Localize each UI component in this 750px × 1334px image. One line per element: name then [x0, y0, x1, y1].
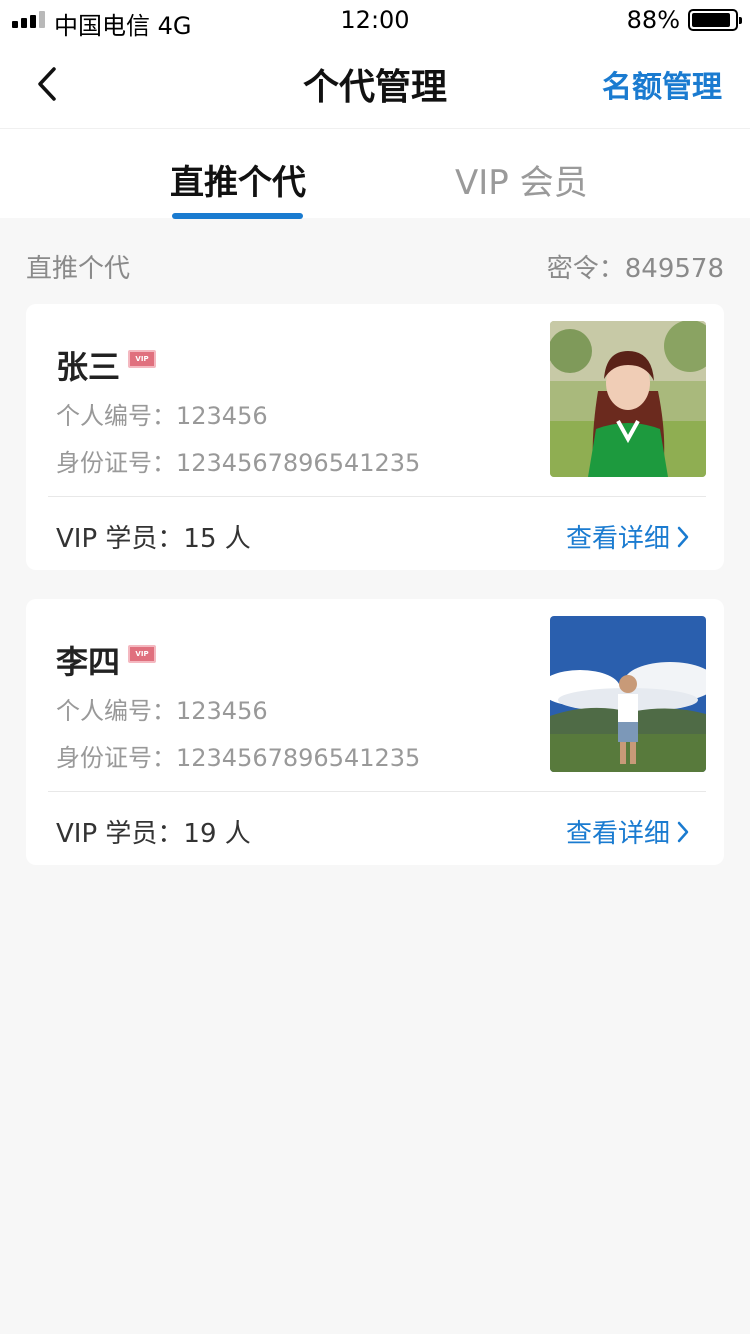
section-title: 直推个代: [26, 254, 131, 284]
member-name: 李四: [56, 643, 121, 681]
member-idcard: 身份证号：1234567896541235: [56, 449, 421, 477]
member-idcard: 身份证号：1234567896541235: [56, 744, 421, 772]
member-card: 李四 VIP 个人编号：123456 身份证号：1234567896541235…: [26, 599, 724, 865]
card-divider: [48, 496, 706, 497]
battery-percent: 88%: [626, 6, 680, 34]
tab-direct-agents[interactable]: 直推个代: [170, 155, 306, 204]
member-card: 张三 VIP 个人编号：123456 身份证号：1234567896541235…: [26, 304, 724, 570]
tab-vip-members[interactable]: VIP 会员: [455, 155, 588, 204]
member-avatar: [550, 616, 706, 772]
vip-badge-icon: VIP: [128, 350, 156, 368]
view-details-link[interactable]: 查看详细: [566, 813, 690, 850]
quota-management-button[interactable]: 名额管理: [602, 62, 722, 106]
view-details-link[interactable]: 查看详细: [566, 518, 690, 555]
active-tab-indicator: [172, 213, 303, 219]
navigation-bar: 个代管理 名额管理: [0, 40, 750, 128]
chevron-right-icon: [677, 821, 689, 842]
member-id: 个人编号：123456: [56, 697, 268, 725]
vip-student-count: VIP 学员：19 人: [56, 819, 251, 849]
member-avatar: [550, 321, 706, 477]
status-bar: 中国电信 4G 12:00 88%: [0, 0, 750, 40]
member-name: 张三: [56, 348, 121, 386]
member-id: 个人编号：123456: [56, 402, 268, 430]
vip-badge-icon: VIP: [128, 645, 156, 663]
secret-code: 密令：849578: [546, 254, 724, 284]
battery-icon: [688, 9, 742, 31]
vip-student-count: VIP 学员：15 人: [56, 524, 251, 554]
card-divider: [48, 791, 706, 792]
view-details-label: 查看详细: [565, 819, 670, 849]
tab-bar: 直推个代 VIP 会员: [0, 128, 750, 219]
chevron-right-icon: [677, 526, 689, 547]
top-bar: 中国电信 4G 12:00 88% 个代管理 名额管理: [0, 0, 750, 128]
view-details-label: 查看详细: [565, 524, 670, 554]
